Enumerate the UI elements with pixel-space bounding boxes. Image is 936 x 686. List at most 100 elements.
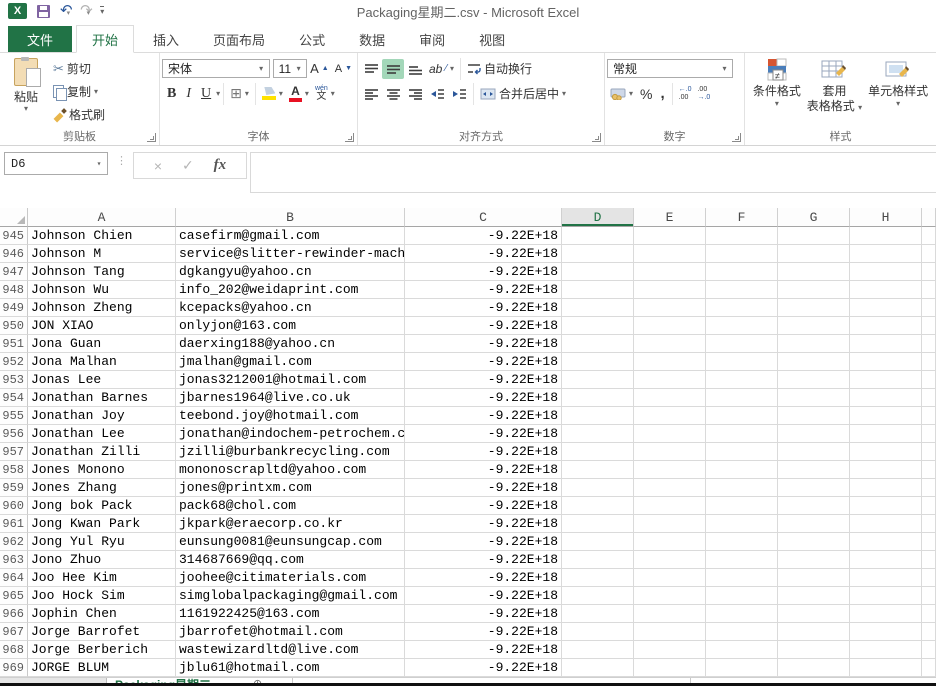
cell-A949[interactable]: Johnson Zheng <box>28 299 176 317</box>
cell-G952[interactable] <box>778 353 850 371</box>
cell-E957[interactable] <box>634 443 706 461</box>
comma-style-button[interactable]: , <box>656 85 668 102</box>
cell-E954[interactable] <box>634 389 706 407</box>
cell-H949[interactable] <box>850 299 922 317</box>
row-header-962[interactable]: 962 <box>0 533 28 551</box>
cell-C968[interactable]: -9.22E+18 <box>405 641 562 659</box>
cell-D950[interactable] <box>562 317 634 335</box>
cell-E952[interactable] <box>634 353 706 371</box>
row-header-951[interactable]: 951 <box>0 335 28 353</box>
cell-D964[interactable] <box>562 569 634 587</box>
cell-partial[interactable] <box>922 425 936 443</box>
cell-partial[interactable] <box>922 623 936 641</box>
cell-A966[interactable]: Jophin Chen <box>28 605 176 623</box>
cell-F948[interactable] <box>706 281 778 299</box>
alignment-dialog-launcher[interactable] <box>592 133 601 142</box>
cell-partial[interactable] <box>922 371 936 389</box>
cell-C965[interactable]: -9.22E+18 <box>405 587 562 605</box>
cell-H958[interactable] <box>850 461 922 479</box>
cell-D948[interactable] <box>562 281 634 299</box>
cell-F956[interactable] <box>706 425 778 443</box>
cell-F947[interactable] <box>706 263 778 281</box>
cell-B948[interactable]: info_202@weidaprint.com <box>176 281 405 299</box>
cell-F959[interactable] <box>706 479 778 497</box>
excel-logo-icon[interactable]: X <box>8 3 27 19</box>
cell-B957[interactable]: jzilli@burbankrecycling.com <box>176 443 405 461</box>
cell-B952[interactable]: jmalhan@gmail.com <box>176 353 405 371</box>
cell-A947[interactable]: Johnson Tang <box>28 263 176 281</box>
cell-H969[interactable] <box>850 659 922 677</box>
cell-G946[interactable] <box>778 245 850 263</box>
cell-H967[interactable] <box>850 623 922 641</box>
cell-E948[interactable] <box>634 281 706 299</box>
cell-B959[interactable]: jones@printxm.com <box>176 479 405 497</box>
cell-A959[interactable]: Jones Zhang <box>28 479 176 497</box>
cell-F949[interactable] <box>706 299 778 317</box>
cancel-icon[interactable]: × <box>154 158 162 174</box>
cell-E953[interactable] <box>634 371 706 389</box>
cell-partial[interactable] <box>922 317 936 335</box>
chevron-down-icon[interactable]: ▾ <box>94 88 98 96</box>
cell-partial[interactable] <box>922 515 936 533</box>
cell-D960[interactable] <box>562 497 634 515</box>
cell-G954[interactable] <box>778 389 850 407</box>
decrease-decimal-button[interactable]: .00→.0 <box>694 86 713 101</box>
cell-E964[interactable] <box>634 569 706 587</box>
cell-partial[interactable] <box>922 443 936 461</box>
copy-button[interactable]: 复制 ▾ <box>50 80 108 103</box>
cell-F955[interactable] <box>706 407 778 425</box>
row-header-949[interactable]: 949 <box>0 299 28 317</box>
cell-G963[interactable] <box>778 551 850 569</box>
customize-qat-icon[interactable]: ▾ <box>100 6 104 16</box>
number-dialog-launcher[interactable] <box>732 133 741 142</box>
cell-B949[interactable]: kcepacks@yahoo.cn <box>176 299 405 317</box>
cell-A951[interactable]: Jona Guan <box>28 335 176 353</box>
increase-decimal-button[interactable]: ←.0.00 <box>676 86 695 101</box>
cell-E956[interactable] <box>634 425 706 443</box>
accounting-format-button[interactable]: ▾ <box>607 87 636 101</box>
cell-C951[interactable]: -9.22E+18 <box>405 335 562 353</box>
cell-D958[interactable] <box>562 461 634 479</box>
column-header-D[interactable]: D <box>562 208 634 227</box>
cell-A960[interactable]: Jong bok Pack <box>28 497 176 515</box>
cell-C955[interactable]: -9.22E+18 <box>405 407 562 425</box>
column-header-H[interactable]: H <box>850 208 922 227</box>
cell-B956[interactable]: jonathan@indochem-petrochem.c <box>176 425 405 443</box>
cell-B951[interactable]: daerxing188@yahoo.cn <box>176 335 405 353</box>
cell-H955[interactable] <box>850 407 922 425</box>
cell-H960[interactable] <box>850 497 922 515</box>
row-header-965[interactable]: 965 <box>0 587 28 605</box>
cell-F954[interactable] <box>706 389 778 407</box>
tab-视图[interactable]: 视图 <box>464 26 520 52</box>
cell-B961[interactable]: jkpark@eraecorp.co.kr <box>176 515 405 533</box>
cell-partial[interactable] <box>922 605 936 623</box>
chevron-down-icon[interactable]: ▾ <box>87 10 91 17</box>
cell-A968[interactable]: Jorge Berberich <box>28 641 176 659</box>
cell-H947[interactable] <box>850 263 922 281</box>
cell-partial[interactable] <box>922 299 936 317</box>
increase-indent-button[interactable] <box>448 84 470 104</box>
fx-icon[interactable]: fx <box>214 157 227 174</box>
italic-button[interactable]: I <box>181 86 196 102</box>
cell-partial[interactable] <box>922 569 936 587</box>
cell-F966[interactable] <box>706 605 778 623</box>
cell-H966[interactable] <box>850 605 922 623</box>
undo-button[interactable]: ↶▾ <box>60 2 70 20</box>
cell-D955[interactable] <box>562 407 634 425</box>
cell-styles-button[interactable]: 单元格样式 ▾ <box>868 56 928 130</box>
underline-button[interactable]: U <box>196 86 216 102</box>
chevron-down-icon[interactable]: ▾ <box>24 105 28 113</box>
cell-A946[interactable]: Johnson M <box>28 245 176 263</box>
cell-A965[interactable]: Joo Hock Sim <box>28 587 176 605</box>
cell-partial[interactable] <box>922 335 936 353</box>
column-header-A[interactable]: A <box>28 208 176 227</box>
cell-H965[interactable] <box>850 587 922 605</box>
chevron-down-icon[interactable]: ▾ <box>717 64 732 73</box>
cell-G947[interactable] <box>778 263 850 281</box>
cell-partial[interactable] <box>922 479 936 497</box>
cell-H968[interactable] <box>850 641 922 659</box>
save-icon[interactable] <box>37 5 50 18</box>
row-header-957[interactable]: 957 <box>0 443 28 461</box>
merge-center-button[interactable]: 合并后居中 ▾ <box>477 84 569 103</box>
cell-H963[interactable] <box>850 551 922 569</box>
